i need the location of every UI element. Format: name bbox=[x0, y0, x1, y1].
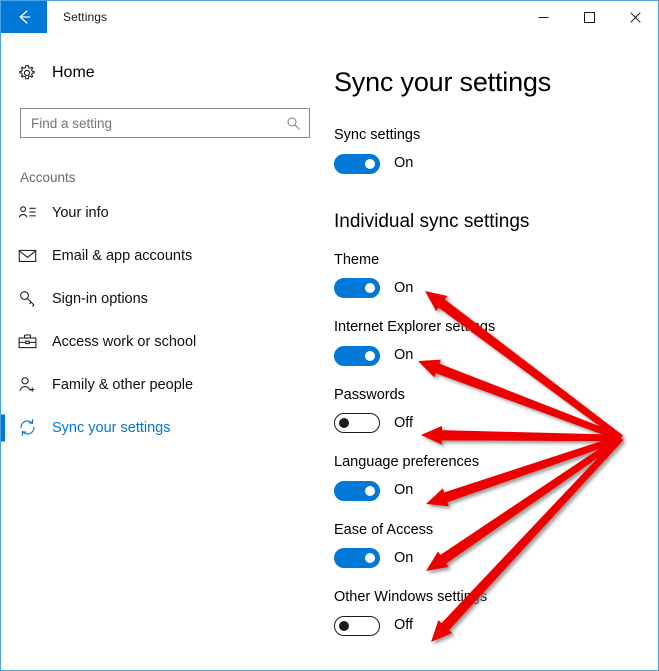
sidebar-item-label: Your info bbox=[52, 204, 109, 221]
toggle-knob bbox=[339, 418, 349, 428]
title-bar: Settings bbox=[1, 1, 658, 33]
setting-row: On bbox=[334, 548, 658, 568]
briefcase-icon bbox=[17, 331, 47, 352]
toggle-knob bbox=[365, 158, 375, 169]
other-windows-settings-toggle[interactable] bbox=[334, 615, 380, 636]
setting-state: On bbox=[394, 482, 414, 499]
page-title: Sync your settings bbox=[334, 67, 552, 97]
sidebar-item-access-work-or-school[interactable]: Access work or school bbox=[1, 320, 326, 363]
search-box[interactable] bbox=[20, 108, 310, 138]
setting-block-internet-explorer-settings: Internet Explorer settings On bbox=[334, 320, 658, 366]
person-add-icon bbox=[17, 374, 47, 395]
app-title: Settings bbox=[63, 10, 108, 24]
setting-state: On bbox=[394, 347, 414, 364]
passwords-toggle[interactable] bbox=[334, 413, 380, 433]
setting-block-passwords: Passwords Off bbox=[334, 386, 658, 433]
close-icon bbox=[629, 11, 641, 23]
maximize-button[interactable] bbox=[566, 1, 612, 33]
setting-state: Off bbox=[394, 414, 414, 431]
window-body: Home Accounts bbox=[1, 33, 658, 670]
setting-block-other-windows-settings: Other Windows settings Off bbox=[334, 590, 658, 636]
gear-icon bbox=[17, 63, 47, 83]
sidebar-item-home-label: Home bbox=[52, 64, 95, 81]
close-button[interactable] bbox=[612, 1, 658, 33]
setting-state: Off bbox=[394, 617, 414, 634]
setting-label: Passwords bbox=[334, 386, 405, 403]
sidebar-item-label: Email & app accounts bbox=[52, 247, 193, 264]
back-arrow-icon bbox=[19, 10, 31, 24]
maximize-icon bbox=[583, 11, 595, 23]
toggle-knob bbox=[365, 485, 375, 496]
setting-label: Theme bbox=[334, 251, 380, 268]
setting-row: On bbox=[334, 345, 658, 366]
setting-label: Ease of Access bbox=[334, 521, 434, 538]
internet-explorer-settings-toggle[interactable] bbox=[334, 345, 380, 366]
individual-sync-settings-heading: Individual sync settings bbox=[334, 210, 530, 232]
sidebar-item-label: Sign-in options bbox=[52, 290, 148, 307]
window-controls bbox=[520, 1, 658, 33]
minimize-icon bbox=[538, 16, 548, 18]
sidebar-group-label: Accounts bbox=[20, 170, 76, 185]
setting-row: On bbox=[334, 480, 658, 501]
sidebar-item-home[interactable]: Home bbox=[1, 53, 326, 93]
search-input[interactable] bbox=[31, 115, 286, 131]
sync-settings-master-block: Sync settings On bbox=[334, 128, 658, 174]
sync-icon bbox=[17, 417, 47, 438]
setting-label: Other Windows settings bbox=[334, 589, 488, 605]
back-button[interactable] bbox=[1, 1, 47, 33]
setting-state: On bbox=[394, 279, 414, 296]
sidebar-item-label: Sync your settings bbox=[52, 419, 171, 436]
sync-settings-master-state: On bbox=[394, 155, 414, 172]
setting-block-theme: Theme On bbox=[334, 251, 658, 298]
setting-row: Off bbox=[334, 413, 658, 433]
ease-of-access-toggle[interactable] bbox=[334, 548, 380, 568]
minimize-button[interactable] bbox=[520, 1, 566, 33]
toggle-knob bbox=[339, 620, 349, 631]
sync-settings-master-label: Sync settings bbox=[334, 127, 421, 143]
key-icon bbox=[17, 288, 47, 309]
sidebar-item-label: Family & other people bbox=[52, 376, 194, 393]
sidebar: Home Accounts bbox=[1, 33, 326, 670]
toggle-knob bbox=[365, 350, 375, 361]
setting-block-ease-of-access: Ease of Access On bbox=[334, 521, 658, 568]
sidebar-item-sign-in-options[interactable]: Sign-in options bbox=[1, 277, 326, 320]
sync-settings-master-row: On bbox=[334, 153, 658, 174]
setting-label: Internet Explorer settings bbox=[334, 319, 496, 335]
sidebar-item-sync-your-settings[interactable]: Sync your settings bbox=[1, 406, 326, 449]
setting-row: On bbox=[334, 278, 658, 298]
envelope-icon bbox=[17, 245, 47, 266]
account-info-icon bbox=[17, 202, 47, 223]
sidebar-item-email-app-accounts[interactable]: Email & app accounts bbox=[1, 234, 326, 277]
main-content: Sync your settings Sync settings On Indi… bbox=[326, 33, 658, 670]
sync-settings-master-toggle[interactable] bbox=[334, 153, 380, 174]
theme-toggle[interactable] bbox=[334, 278, 380, 298]
toggle-knob bbox=[365, 553, 375, 563]
language-preferences-toggle[interactable] bbox=[334, 480, 380, 501]
search-icon[interactable] bbox=[286, 116, 301, 131]
setting-label: Language preferences bbox=[334, 454, 480, 470]
sidebar-item-your-info[interactable]: Your info bbox=[1, 191, 326, 234]
settings-window: Settings Home Find a setting Accounts Yo… bbox=[0, 0, 659, 671]
setting-block-language-preferences: Language preferences On bbox=[334, 455, 658, 501]
setting-state: On bbox=[394, 549, 414, 566]
toggle-knob bbox=[365, 283, 375, 293]
setting-row: Off bbox=[334, 615, 658, 636]
sidebar-item-label: Access work or school bbox=[52, 333, 197, 350]
sidebar-item-family-other-people[interactable]: Family & other people bbox=[1, 363, 326, 406]
